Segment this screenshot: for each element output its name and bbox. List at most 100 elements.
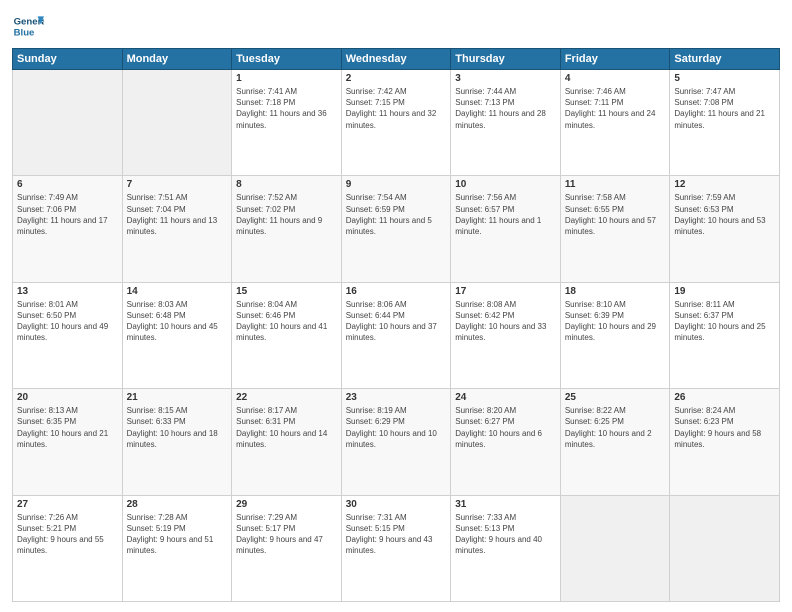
day-info: Sunrise: 8:03 AMSunset: 6:48 PMDaylight:… (127, 299, 228, 344)
day-info: Sunrise: 8:22 AMSunset: 6:25 PMDaylight:… (565, 405, 666, 450)
day-info: Sunrise: 7:44 AMSunset: 7:13 PMDaylight:… (455, 86, 556, 131)
day-info: Sunrise: 7:59 AMSunset: 6:53 PMDaylight:… (674, 192, 775, 237)
calendar-cell: 17 Sunrise: 8:08 AMSunset: 6:42 PMDayligh… (451, 282, 561, 388)
calendar-cell: 2 Sunrise: 7:42 AMSunset: 7:15 PMDaylight… (341, 70, 451, 176)
day-info: Sunrise: 8:11 AMSunset: 6:37 PMDaylight:… (674, 299, 775, 344)
calendar-cell: 13Sunrise: 8:01 AMSunset: 6:50 PMDayligh… (13, 282, 123, 388)
week-row-1: 1 Sunrise: 7:41 AMSunset: 7:18 PMDaylight… (13, 70, 780, 176)
weekday-header-row: SundayMondayTuesdayWednesdayThursdayFrid… (13, 49, 780, 70)
day-info: Sunrise: 8:13 AMSunset: 6:35 PMDaylight:… (17, 405, 118, 450)
week-row-3: 13Sunrise: 8:01 AMSunset: 6:50 PMDayligh… (13, 282, 780, 388)
day-info: Sunrise: 7:54 AMSunset: 6:59 PMDaylight:… (346, 192, 447, 237)
day-number: 5 (674, 73, 775, 84)
calendar-cell: 3 Sunrise: 7:44 AMSunset: 7:13 PMDaylight… (451, 70, 561, 176)
calendar-cell: 24Sunrise: 8:20 AMSunset: 6:27 PMDayligh… (451, 389, 561, 495)
day-number: 11 (565, 179, 666, 190)
calendar-cell: 8 Sunrise: 7:52 AMSunset: 7:02 PMDaylight… (232, 176, 342, 282)
calendar-cell: 14 Sunrise: 8:03 AMSunset: 6:48 PMDayligh… (122, 282, 232, 388)
calendar-cell: 31Sunrise: 7:33 AMSunset: 5:13 PMDayligh… (451, 495, 561, 601)
day-number: 6 (17, 179, 118, 190)
weekday-header-sunday: Sunday (13, 49, 123, 70)
day-info: Sunrise: 8:20 AMSunset: 6:27 PMDaylight:… (455, 405, 556, 450)
day-info: Sunrise: 7:29 AMSunset: 5:17 PMDaylight:… (236, 512, 337, 557)
header: General Blue (12, 10, 780, 42)
weekday-header-wednesday: Wednesday (341, 49, 451, 70)
day-number: 19 (674, 286, 775, 297)
svg-text:Blue: Blue (14, 28, 35, 39)
calendar-cell: 23 Sunrise: 8:19 AMSunset: 6:29 PMDayligh… (341, 389, 451, 495)
day-info: Sunrise: 8:01 AMSunset: 6:50 PMDaylight:… (17, 299, 118, 344)
day-info: Sunrise: 7:28 AMSunset: 5:19 PMDaylight:… (127, 512, 228, 557)
day-number: 8 (236, 179, 337, 190)
day-number: 9 (346, 179, 447, 190)
day-number: 7 (127, 179, 228, 190)
weekday-header-monday: Monday (122, 49, 232, 70)
day-number: 4 (565, 73, 666, 84)
day-info: Sunrise: 8:24 AMSunset: 6:23 PMDaylight:… (674, 405, 775, 450)
day-number: 16 (346, 286, 447, 297)
day-number: 3 (455, 73, 556, 84)
day-number: 22 (236, 392, 337, 403)
calendar-cell: 20Sunrise: 8:13 AMSunset: 6:35 PMDayligh… (13, 389, 123, 495)
logo-icon: General Blue (12, 10, 44, 42)
day-info: Sunrise: 7:41 AMSunset: 7:18 PMDaylight:… (236, 86, 337, 131)
day-number: 18 (565, 286, 666, 297)
day-number: 27 (17, 499, 118, 510)
calendar-cell (670, 495, 780, 601)
day-number: 1 (236, 73, 337, 84)
day-number: 10 (455, 179, 556, 190)
calendar-cell (122, 70, 232, 176)
day-info: Sunrise: 8:08 AMSunset: 6:42 PMDaylight:… (455, 299, 556, 344)
page: General Blue SundayMondayTuesdayWednesda… (0, 0, 792, 612)
day-info: Sunrise: 7:42 AMSunset: 7:15 PMDaylight:… (346, 86, 447, 131)
weekday-header-tuesday: Tuesday (232, 49, 342, 70)
day-number: 14 (127, 286, 228, 297)
calendar-cell: 9 Sunrise: 7:54 AMSunset: 6:59 PMDaylight… (341, 176, 451, 282)
day-info: Sunrise: 7:46 AMSunset: 7:11 PMDaylight:… (565, 86, 666, 131)
calendar-cell: 1 Sunrise: 7:41 AMSunset: 7:18 PMDaylight… (232, 70, 342, 176)
calendar-cell: 12 Sunrise: 7:59 AMSunset: 6:53 PMDayligh… (670, 176, 780, 282)
day-number: 21 (127, 392, 228, 403)
day-number: 29 (236, 499, 337, 510)
weekday-header-thursday: Thursday (451, 49, 561, 70)
day-number: 30 (346, 499, 447, 510)
weekday-header-friday: Friday (560, 49, 670, 70)
day-info: Sunrise: 7:33 AMSunset: 5:13 PMDaylight:… (455, 512, 556, 557)
calendar-cell (13, 70, 123, 176)
day-info: Sunrise: 7:52 AMSunset: 7:02 PMDaylight:… (236, 192, 337, 237)
week-row-2: 6 Sunrise: 7:49 AMSunset: 7:06 PMDaylight… (13, 176, 780, 282)
week-row-4: 20Sunrise: 8:13 AMSunset: 6:35 PMDayligh… (13, 389, 780, 495)
day-number: 28 (127, 499, 228, 510)
calendar-table: SundayMondayTuesdayWednesdayThursdayFrid… (12, 48, 780, 602)
week-row-5: 27 Sunrise: 7:26 AMSunset: 5:21 PMDayligh… (13, 495, 780, 601)
day-number: 17 (455, 286, 556, 297)
day-info: Sunrise: 8:15 AMSunset: 6:33 PMDaylight:… (127, 405, 228, 450)
day-info: Sunrise: 7:49 AMSunset: 7:06 PMDaylight:… (17, 192, 118, 237)
day-info: Sunrise: 7:26 AMSunset: 5:21 PMDaylight:… (17, 512, 118, 557)
calendar-cell: 26 Sunrise: 8:24 AMSunset: 6:23 PMDayligh… (670, 389, 780, 495)
calendar-cell: 29 Sunrise: 7:29 AMSunset: 5:17 PMDayligh… (232, 495, 342, 601)
day-number: 15 (236, 286, 337, 297)
calendar-cell: 5Sunrise: 7:47 AMSunset: 7:08 PMDaylight… (670, 70, 780, 176)
calendar-cell: 16 Sunrise: 8:06 AMSunset: 6:44 PMDayligh… (341, 282, 451, 388)
day-info: Sunrise: 8:19 AMSunset: 6:29 PMDaylight:… (346, 405, 447, 450)
day-info: Sunrise: 7:58 AMSunset: 6:55 PMDaylight:… (565, 192, 666, 237)
day-info: Sunrise: 8:06 AMSunset: 6:44 PMDaylight:… (346, 299, 447, 344)
day-info: Sunrise: 7:51 AMSunset: 7:04 PMDaylight:… (127, 192, 228, 237)
calendar-cell: 22 Sunrise: 8:17 AMSunset: 6:31 PMDayligh… (232, 389, 342, 495)
day-info: Sunrise: 8:17 AMSunset: 6:31 PMDaylight:… (236, 405, 337, 450)
day-number: 2 (346, 73, 447, 84)
day-number: 12 (674, 179, 775, 190)
calendar-cell: 19 Sunrise: 8:11 AMSunset: 6:37 PMDayligh… (670, 282, 780, 388)
calendar-cell: 28 Sunrise: 7:28 AMSunset: 5:19 PMDayligh… (122, 495, 232, 601)
day-info: Sunrise: 8:10 AMSunset: 6:39 PMDaylight:… (565, 299, 666, 344)
calendar-cell: 25 Sunrise: 8:22 AMSunset: 6:25 PMDayligh… (560, 389, 670, 495)
day-number: 23 (346, 392, 447, 403)
weekday-header-saturday: Saturday (670, 49, 780, 70)
day-number: 26 (674, 392, 775, 403)
logo: General Blue (12, 10, 44, 42)
calendar-cell: 15Sunrise: 8:04 AMSunset: 6:46 PMDayligh… (232, 282, 342, 388)
day-number: 25 (565, 392, 666, 403)
day-info: Sunrise: 7:31 AMSunset: 5:15 PMDaylight:… (346, 512, 447, 557)
calendar-cell: 4 Sunrise: 7:46 AMSunset: 7:11 PMDaylight… (560, 70, 670, 176)
